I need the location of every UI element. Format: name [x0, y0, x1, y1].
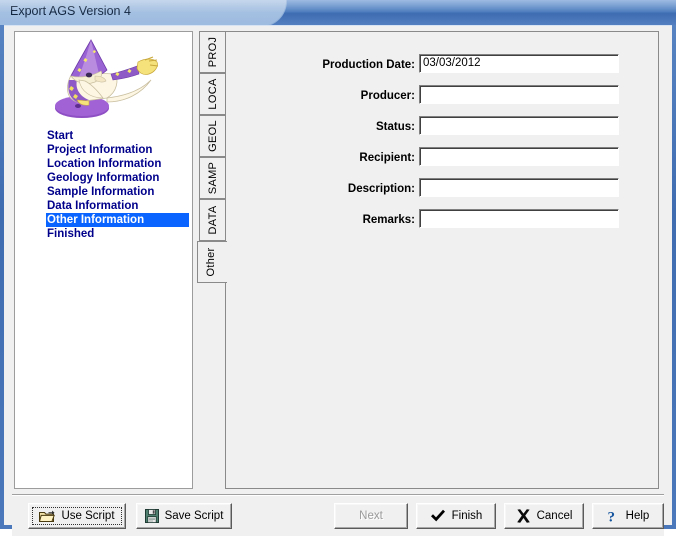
wizard-step-other-information[interactable]: Other Information	[46, 213, 189, 227]
tab-other[interactable]: Other	[197, 241, 227, 283]
check-icon	[430, 509, 446, 523]
svg-text:?: ?	[607, 509, 615, 523]
status-label: Status:	[226, 121, 415, 133]
tab-data-label: DATA	[207, 206, 219, 235]
save-script-label: Save Script	[165, 510, 224, 522]
description-label: Description:	[226, 183, 415, 195]
wizard-step-finished[interactable]: Finished	[46, 227, 191, 241]
cancel-button[interactable]: Cancel	[504, 503, 584, 529]
field-row-description: Description:	[226, 178, 660, 209]
dialog-window: Export AGS Version 4	[0, 0, 676, 529]
wizard-mascot-logo	[45, 36, 165, 122]
tab-other-label: Other	[205, 247, 217, 276]
wizard-step-location-information[interactable]: Location Information	[46, 157, 191, 171]
producer-input[interactable]	[419, 85, 619, 104]
wizard-steps-list[interactable]: Start Project Information Location Infor…	[46, 129, 191, 241]
dialog-button-bar: Use Script Save Script Next	[12, 496, 664, 536]
recipient-label: Recipient:	[226, 152, 415, 164]
title-bar-glass-panel	[0, 0, 287, 25]
field-row-producer: Producer:	[226, 85, 660, 116]
wizard-step-geology-information[interactable]: Geology Information	[46, 171, 191, 185]
tab-proj[interactable]: PROJ	[199, 31, 225, 73]
x-icon	[516, 509, 531, 523]
tab-loca-label: LOCA	[207, 78, 219, 109]
wizard-step-project-information[interactable]: Project Information	[46, 143, 191, 157]
remarks-input[interactable]	[419, 209, 619, 228]
cancel-label: Cancel	[537, 510, 573, 522]
question-mark-icon: ?	[607, 509, 620, 524]
tab-geol[interactable]: GEOL	[199, 115, 225, 157]
recipient-input[interactable]	[419, 147, 619, 166]
wizard-step-start[interactable]: Start	[46, 129, 191, 143]
wizard-steps-panel: Start Project Information Location Infor…	[14, 31, 193, 489]
field-row-remarks: Remarks:	[226, 209, 660, 240]
producer-label: Producer:	[226, 90, 415, 102]
next-button[interactable]: Next	[334, 503, 408, 529]
production-date-label: Production Date:	[226, 59, 415, 71]
field-row-status: Status:	[226, 116, 660, 147]
vertical-tab-strip: PROJ LOCA GEOL SAMP DATA Other	[197, 31, 227, 489]
save-script-button[interactable]: Save Script	[136, 503, 232, 529]
wizard-step-data-information[interactable]: Data Information	[46, 199, 191, 213]
production-date-input[interactable]: 03/03/2012	[419, 54, 619, 73]
dialog-client-area: Start Project Information Location Infor…	[4, 25, 672, 525]
help-button[interactable]: ? Help	[592, 503, 664, 529]
tab-samp[interactable]: SAMP	[199, 157, 225, 199]
help-label: Help	[626, 510, 650, 522]
description-input[interactable]	[419, 178, 619, 197]
tab-proj-label: PROJ	[207, 37, 219, 68]
use-script-label: Use Script	[61, 510, 114, 522]
tab-content-panel: Production Date: 03/03/2012 Producer: St…	[225, 31, 659, 489]
tab-geol-label: GEOL	[207, 120, 219, 152]
floppy-disk-icon	[145, 509, 159, 523]
tab-samp-label: SAMP	[207, 162, 219, 194]
title-bar[interactable]: Export AGS Version 4	[0, 0, 676, 25]
field-row-production-date: Production Date: 03/03/2012	[226, 54, 660, 85]
tab-loca[interactable]: LOCA	[199, 73, 225, 115]
field-row-recipient: Recipient:	[226, 147, 660, 178]
tab-data[interactable]: DATA	[199, 199, 225, 241]
finish-button[interactable]: Finish	[416, 503, 496, 529]
next-label: Next	[359, 510, 383, 522]
status-input[interactable]	[419, 116, 619, 135]
other-information-form: Production Date: 03/03/2012 Producer: St…	[226, 54, 660, 240]
remarks-label: Remarks:	[226, 214, 415, 226]
use-script-button[interactable]: Use Script	[28, 503, 126, 529]
finish-label: Finish	[452, 510, 483, 522]
folder-open-icon	[39, 509, 55, 523]
wizard-step-sample-information[interactable]: Sample Information	[46, 185, 191, 199]
